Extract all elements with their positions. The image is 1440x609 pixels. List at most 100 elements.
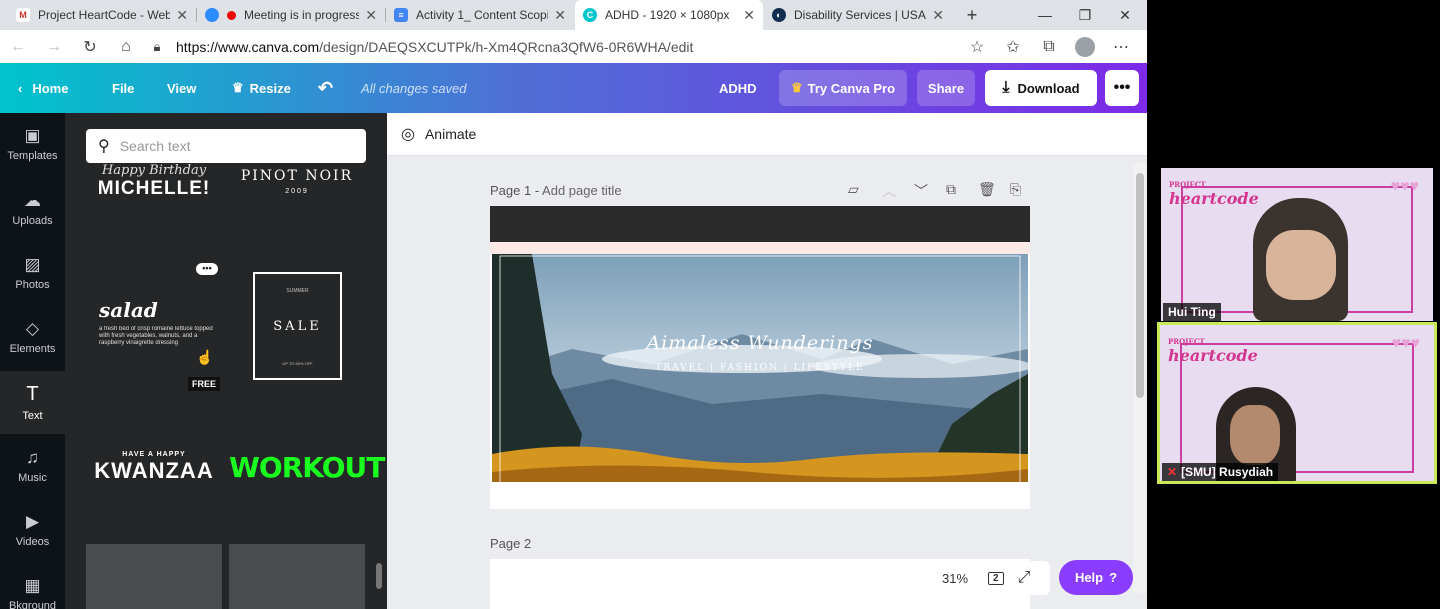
design-title[interactable]: Aimaless Wunderings — [490, 332, 1030, 354]
video-tile-hui-ting[interactable]: PROJECT heartcode ♥♥♥ Hui Ting — [1161, 168, 1433, 321]
tab-activity-doc[interactable]: ≡ Activity 1_ Content Scoping ✕ — [386, 0, 574, 30]
move-up-icon[interactable]: ︿ — [882, 181, 896, 201]
page-1[interactable]: Aimaless Wunderings TRAVEL | FASHION | L… — [490, 206, 1030, 509]
template-placeholder[interactable] — [86, 544, 222, 609]
free-badge-label: FREE — [188, 377, 221, 391]
home-button[interactable]: ‹ Home — [18, 63, 68, 113]
close-icon[interactable]: ✕ — [176, 7, 188, 24]
fullscreen-icon[interactable]: ⤢ — [1018, 569, 1031, 587]
lock-icon[interactable]: 🔒︎ — [144, 30, 170, 63]
templates-icon: ▣ — [24, 126, 41, 145]
more-options-button[interactable]: ••• — [1105, 70, 1139, 106]
url-field[interactable]: https://www.canva.com/design/DAEQSXCUTPk… — [176, 39, 693, 55]
vertical-scrollbar[interactable] — [1133, 163, 1147, 593]
rail-item-text[interactable]: T Text — [0, 371, 65, 434]
tab-title: Disability Services | USAGo — [794, 8, 926, 22]
template-summer-sale[interactable]: SUMMER SALE UP TO 50% OFF — [253, 272, 342, 380]
tab-zoom-meeting[interactable]: Meeting is in progress ✕ — [197, 0, 385, 30]
move-down-icon[interactable]: ﹀ — [914, 181, 928, 201]
template-happy-birthday[interactable]: Happy Birthday MICHELLE! — [86, 163, 222, 213]
star-icon[interactable]: ☆ — [959, 30, 995, 63]
tab-title: Activity 1_ Content Scoping — [416, 8, 549, 22]
zoom-control: 31% 2 ⤢ — [920, 561, 1050, 595]
participant-name: ✕ [SMU] Rusydiah — [1162, 463, 1279, 481]
animate-icon[interactable]: ◎ — [401, 124, 415, 144]
back-button[interactable]: ← — [0, 30, 36, 63]
rail-item-videos[interactable]: ▶ Videos — [0, 499, 65, 561]
tab-canva-adhd[interactable]: C ADHD - 1920 × 1080px ✕ — [575, 0, 763, 30]
template-kwanzaa[interactable]: HAVE A HAPPY KWANZAA — [86, 451, 222, 484]
header-band — [490, 206, 1030, 242]
animate-bar: ◎ Animate — [387, 113, 1147, 156]
delete-page-icon[interactable]: 🗑︎ — [978, 181, 996, 198]
usagov-icon: ◐ — [772, 8, 786, 22]
new-tab-button[interactable]: + — [952, 0, 992, 30]
tab-title: Project HeartCode - Web D — [38, 8, 171, 22]
zoom-level[interactable]: 31% — [942, 571, 968, 586]
canva-icon: C — [583, 8, 597, 22]
close-icon[interactable]: ✕ — [743, 7, 755, 24]
collections-icon[interactable]: ⧉ — [1031, 30, 1067, 63]
hearts-icon: ♥♥♥ — [1391, 335, 1421, 352]
file-menu[interactable]: File — [112, 63, 134, 113]
rail-item-uploads[interactable]: ☁ Uploads — [0, 178, 65, 240]
docs-icon: ≡ — [394, 8, 408, 22]
help-button[interactable]: Help? — [1059, 560, 1133, 595]
restore-button[interactable]: ❐ — [1065, 0, 1105, 30]
minimize-button[interactable]: — — [1025, 0, 1065, 30]
reload-button[interactable]: ↻ — [72, 30, 108, 63]
tab-project-heartcode[interactable]: M Project HeartCode - Web D ✕ — [8, 0, 196, 30]
duplicate-page-icon[interactable]: ⧉ — [946, 181, 956, 198]
close-icon[interactable]: ✕ — [554, 7, 566, 24]
text-panel: ⚲ Happy Birthday MICHELLE! Montalcino PI… — [65, 113, 387, 609]
tab-disability-services[interactable]: ◐ Disability Services | USAGo ✕ — [764, 0, 952, 30]
heartcode-logo: PROJECT heartcode — [1169, 180, 1259, 208]
animate-button[interactable]: Animate — [425, 126, 476, 142]
close-icon[interactable]: ✕ — [365, 7, 377, 24]
gmail-icon: M — [16, 8, 30, 22]
view-menu[interactable]: View — [167, 63, 196, 113]
profile-avatar[interactable] — [1067, 30, 1103, 63]
photo-icon: ▨ — [24, 255, 41, 274]
close-icon[interactable]: ✕ — [932, 7, 944, 24]
note-icon[interactable]: ▱ — [848, 181, 859, 198]
save-status: All changes saved — [361, 80, 467, 96]
rail-item-templates[interactable]: ▣ Templates — [0, 113, 65, 175]
hearts-icon: ♥♥♥ — [1390, 178, 1420, 195]
rail-item-music[interactable]: ♫ Music — [0, 435, 65, 497]
try-canva-pro-button[interactable]: ♛ Try Canva Pro — [779, 70, 907, 106]
editor-canvas: ◎ Animate Page 1 - Add page title ▱ ︿ ﹀ … — [387, 113, 1147, 609]
template-workout[interactable]: WORKOUT — [229, 451, 385, 484]
document-name[interactable]: ADHD — [719, 63, 757, 113]
upload-cloud-icon: ☁ — [24, 191, 41, 210]
template-salad[interactable]: salad a fresh bed of crisp romaine lettu… — [99, 298, 214, 347]
page-title-input[interactable]: Add page title — [542, 183, 622, 198]
template-pinot-noir[interactable]: Montalcino PINOT NOIR 2009 — [229, 158, 365, 208]
undo-icon[interactable]: ↶ — [318, 63, 333, 113]
close-window-button[interactable]: ✕ — [1105, 0, 1145, 30]
resize-button[interactable]: ♛ Resize — [232, 63, 291, 113]
panel-scrollbar[interactable] — [376, 563, 382, 589]
video-tile-rusydiah[interactable]: PROJECT heartcode ♥♥♥ ✕ [SMU] Rusydiah — [1157, 322, 1437, 484]
page-1-label: Page 1 - Add page title — [490, 183, 622, 198]
cursor-icon: ☝ — [196, 349, 214, 365]
home-button[interactable]: ⌂ — [108, 30, 144, 63]
rail-item-photos[interactable]: ▨ Photos — [0, 242, 65, 304]
more-options-icon[interactable]: ••• — [196, 263, 218, 275]
design-subtitle[interactable]: TRAVEL | FASHION | LIFESTYLE — [490, 363, 1030, 373]
share-button[interactable]: Share — [917, 70, 975, 106]
address-bar: ← → ↻ ⌂ 🔒︎ https://www.canva.com/design/… — [0, 30, 1147, 63]
rail-item-elements[interactable]: ◇ Elements — [0, 306, 65, 368]
rail-item-background[interactable]: ▦ Bkground — [0, 563, 65, 609]
browser-window: M Project HeartCode - Web D ✕ Meeting is… — [0, 0, 1147, 609]
search-input[interactable] — [119, 138, 350, 154]
page-count-icon[interactable]: 2 — [988, 571, 1004, 585]
zoom-icon — [205, 8, 219, 22]
favorites-icon[interactable]: ✩ — [995, 30, 1031, 63]
download-button[interactable]: ⤓ Download — [985, 70, 1097, 106]
forward-button[interactable]: → — [36, 30, 72, 63]
template-placeholder[interactable] — [229, 544, 365, 609]
record-icon — [227, 10, 236, 20]
add-page-icon[interactable]: ⎘ — [1010, 181, 1021, 198]
menu-icon[interactable]: ⋯ — [1103, 30, 1139, 63]
